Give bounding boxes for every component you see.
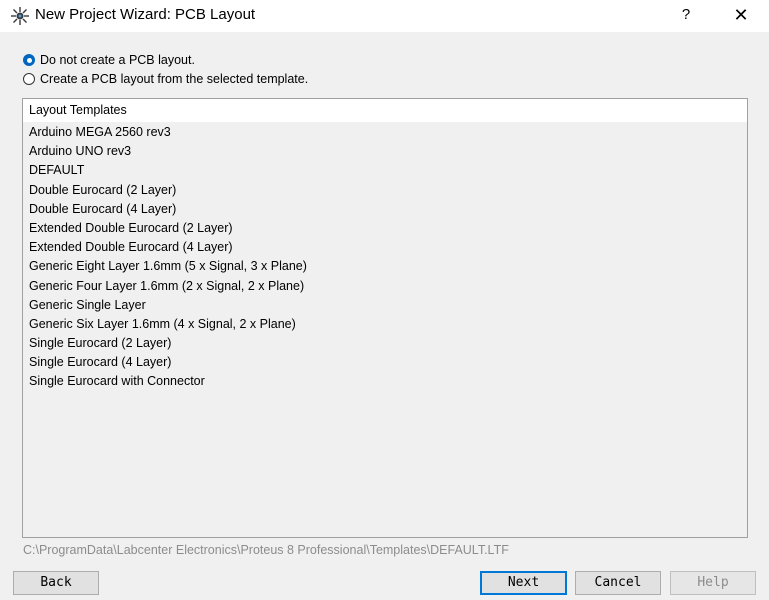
list-item[interactable]: Single Eurocard with Connector	[23, 372, 747, 391]
layout-templates-header: Layout Templates	[23, 99, 747, 122]
layout-templates-list[interactable]: Layout Templates Arduino MEGA 2560 rev3 A…	[22, 98, 748, 538]
list-item[interactable]: Double Eurocard (2 Layer)	[23, 181, 747, 200]
template-path: C:\ProgramData\Labcenter Electronics\Pro…	[23, 543, 509, 557]
radio-create-from-template-label[interactable]: Create a PCB layout from the selected te…	[40, 72, 308, 86]
list-item[interactable]: Generic Eight Layer 1.6mm (5 x Signal, 3…	[23, 257, 747, 276]
list-item[interactable]: Extended Double Eurocard (4 Layer)	[23, 238, 747, 257]
window-title: New Project Wizard: PCB Layout	[35, 6, 256, 23]
back-button[interactable]: Back	[13, 571, 99, 595]
list-item[interactable]: Generic Single Layer	[23, 296, 747, 315]
close-icon[interactable]: ✕	[726, 0, 756, 30]
list-item[interactable]: Single Eurocard (2 Layer)	[23, 334, 747, 353]
radio-button-selected-icon[interactable]	[23, 54, 35, 66]
radio-no-pcb-label[interactable]: Do not create a PCB layout.	[40, 53, 195, 67]
list-item[interactable]: Single Eurocard (4 Layer)	[23, 353, 747, 372]
proteus-app-icon	[10, 6, 30, 26]
list-item[interactable]: Arduino MEGA 2560 rev3	[23, 123, 747, 142]
radio-create-from-template[interactable]: Create a PCB layout from the selected te…	[23, 70, 308, 88]
list-item[interactable]: Double Eurocard (4 Layer)	[23, 200, 747, 219]
help-icon[interactable]: ?	[672, 0, 700, 30]
radio-button-unselected-icon[interactable]	[23, 73, 35, 85]
list-item[interactable]: DEFAULT	[23, 161, 747, 180]
list-item[interactable]: Generic Four Layer 1.6mm (2 x Signal, 2 …	[23, 277, 747, 296]
radio-no-pcb-layout[interactable]: Do not create a PCB layout.	[23, 51, 195, 69]
title-bar: New Project Wizard: PCB Layout ? ✕	[0, 0, 769, 32]
list-item[interactable]: Extended Double Eurocard (2 Layer)	[23, 219, 747, 238]
next-button[interactable]: Next	[480, 571, 567, 595]
layout-templates-items: Arduino MEGA 2560 rev3 Arduino UNO rev3 DE…	[23, 122, 747, 392]
list-item[interactable]: Arduino UNO rev3	[23, 142, 747, 161]
help-button: Help	[670, 571, 756, 595]
list-item[interactable]: Generic Six Layer 1.6mm (4 x Signal, 2 x…	[23, 315, 747, 334]
cancel-button[interactable]: Cancel	[575, 571, 661, 595]
